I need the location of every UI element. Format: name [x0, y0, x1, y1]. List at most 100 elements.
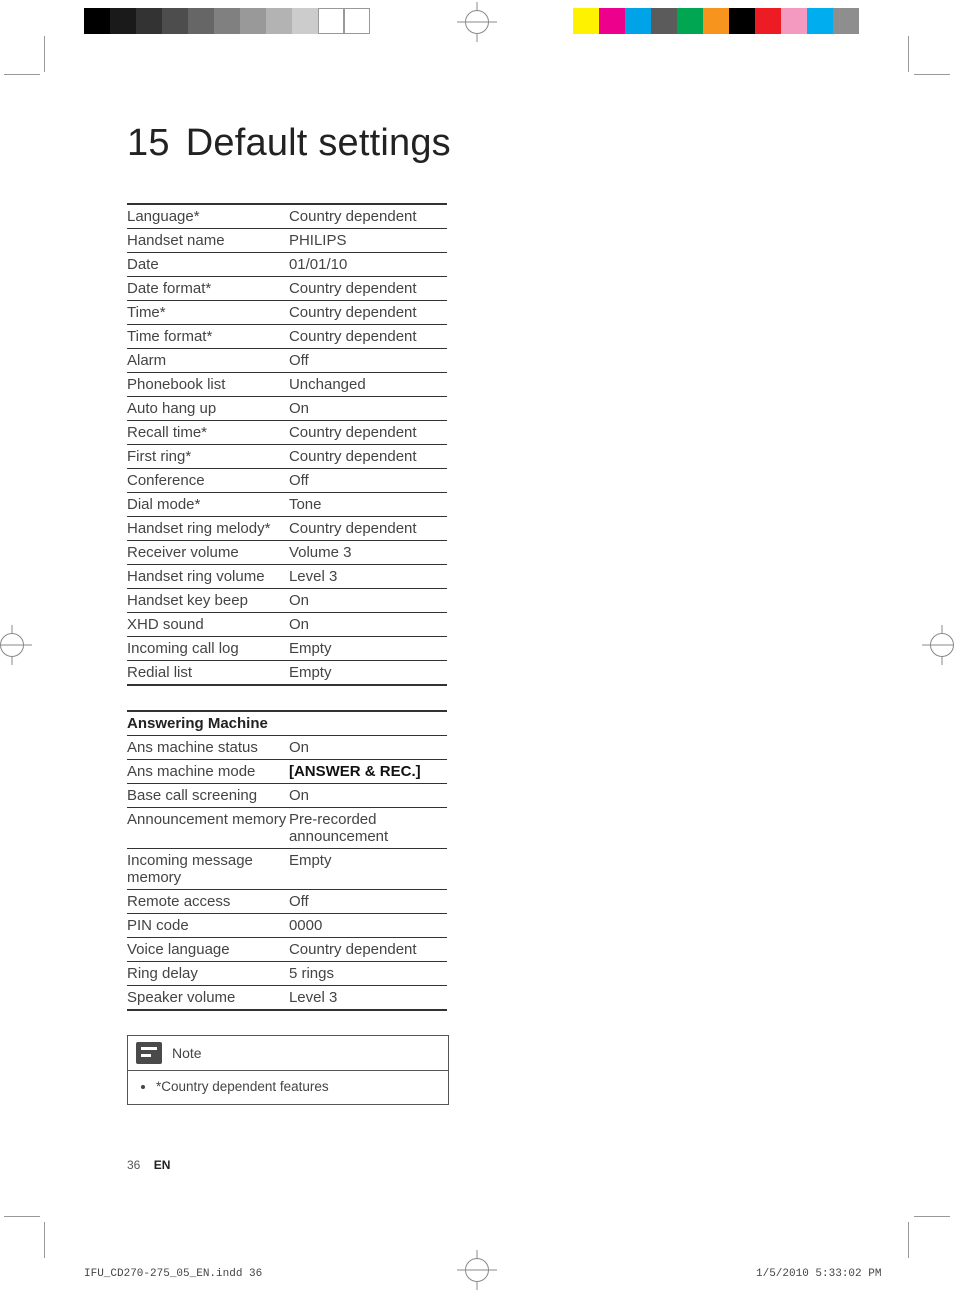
- setting-label: Incoming call log: [127, 637, 289, 661]
- setting-label: Handset ring melody*: [127, 517, 289, 541]
- table-row: Date01/01/10: [127, 253, 447, 277]
- setting-value: On: [289, 784, 447, 808]
- registration-mark: [457, 2, 497, 42]
- table-row: Handset ring volumeLevel 3: [127, 565, 447, 589]
- setting-value: Country dependent: [289, 204, 447, 229]
- setting-value: Off: [289, 890, 447, 914]
- setting-label: Time format*: [127, 325, 289, 349]
- setting-label: Speaker volume: [127, 986, 289, 1011]
- setting-label: XHD sound: [127, 613, 289, 637]
- color-swatch: [240, 8, 266, 34]
- page: 15 Default settings Language*Country dep…: [0, 0, 954, 1291]
- chapter-number: 15: [127, 122, 175, 165]
- color-swatch: [703, 8, 729, 34]
- setting-label: First ring*: [127, 445, 289, 469]
- setting-value: Country dependent: [289, 938, 447, 962]
- page-language: EN: [154, 1158, 171, 1172]
- registration-mark: [0, 625, 32, 665]
- color-swatch: [807, 8, 833, 34]
- setting-label: Incoming message memory: [127, 849, 289, 890]
- trim-mark: [4, 74, 40, 75]
- setting-label: Remote access: [127, 890, 289, 914]
- note-box: Note *Country dependent features: [127, 1035, 449, 1105]
- trim-mark: [914, 74, 950, 75]
- setting-value: Country dependent: [289, 325, 447, 349]
- table-row: Ans machine mode[ANSWER & REC.]: [127, 760, 447, 784]
- table-row: Date format*Country dependent: [127, 277, 447, 301]
- color-swatch: [729, 8, 755, 34]
- setting-value: On: [289, 397, 447, 421]
- table-row: Handset ring melody*Country dependent: [127, 517, 447, 541]
- registration-mark: [457, 1250, 497, 1290]
- slug-filename: IFU_CD270-275_05_EN.indd 36: [84, 1268, 262, 1280]
- colorbar-grayscale: [84, 8, 370, 34]
- color-swatch: [677, 8, 703, 34]
- table-row: Language*Country dependent: [127, 204, 447, 229]
- table-row: Phonebook listUnchanged: [127, 373, 447, 397]
- color-swatch: [344, 8, 370, 34]
- note-icon: [136, 1042, 162, 1064]
- setting-label: Handset key beep: [127, 589, 289, 613]
- table-row: Speaker volumeLevel 3: [127, 986, 447, 1011]
- chapter-title: 15 Default settings: [127, 122, 827, 165]
- table-row: Incoming message memoryEmpty: [127, 849, 447, 890]
- trim-mark: [914, 1216, 950, 1217]
- color-swatch: [84, 8, 110, 34]
- table-row: Ans machine statusOn: [127, 736, 447, 760]
- setting-value: On: [289, 736, 447, 760]
- setting-label: Phonebook list: [127, 373, 289, 397]
- color-swatch: [781, 8, 807, 34]
- color-swatch: [651, 8, 677, 34]
- setting-value: Country dependent: [289, 301, 447, 325]
- setting-label: Handset ring volume: [127, 565, 289, 589]
- table-section-header: Answering Machine: [127, 711, 447, 736]
- color-swatch: [110, 8, 136, 34]
- setting-label: Announcement memory: [127, 808, 289, 849]
- setting-label: Redial list: [127, 661, 289, 686]
- setting-label: Date format*: [127, 277, 289, 301]
- note-label: Note: [172, 1045, 202, 1061]
- table-row: PIN code0000: [127, 914, 447, 938]
- setting-value: Country dependent: [289, 421, 447, 445]
- color-swatch: [833, 8, 859, 34]
- table-row: Remote accessOff: [127, 890, 447, 914]
- setting-label: Conference: [127, 469, 289, 493]
- setting-label: Handset name: [127, 229, 289, 253]
- setting-label: PIN code: [127, 914, 289, 938]
- setting-label: Auto hang up: [127, 397, 289, 421]
- color-swatch: [755, 8, 781, 34]
- setting-value: Tone: [289, 493, 447, 517]
- setting-label: Recall time*: [127, 421, 289, 445]
- trim-mark: [44, 36, 45, 72]
- default-settings-table: Language*Country dependentHandset namePH…: [127, 203, 447, 686]
- slug-datetime: 1/5/2010 5:33:02 PM: [756, 1268, 881, 1280]
- setting-label: Ans machine status: [127, 736, 289, 760]
- table-row: AlarmOff: [127, 349, 447, 373]
- setting-value: Level 3: [289, 565, 447, 589]
- color-swatch: [599, 8, 625, 34]
- setting-value: Level 3: [289, 986, 447, 1011]
- chapter-title-text: Default settings: [186, 122, 451, 164]
- table-row: Ring delay5 rings: [127, 962, 447, 986]
- setting-value: 0000: [289, 914, 447, 938]
- setting-label: Ring delay: [127, 962, 289, 986]
- table-row: Time*Country dependent: [127, 301, 447, 325]
- table-row: Voice languageCountry dependent: [127, 938, 447, 962]
- section-header-label: Answering Machine: [127, 711, 447, 736]
- table-row: ConferenceOff: [127, 469, 447, 493]
- color-swatch: [266, 8, 292, 34]
- table-row: Dial mode*Tone: [127, 493, 447, 517]
- setting-value: Empty: [289, 849, 447, 890]
- color-swatch: [318, 8, 344, 34]
- color-swatch: [573, 8, 599, 34]
- color-swatch: [162, 8, 188, 34]
- setting-value: Empty: [289, 637, 447, 661]
- setting-label: Dial mode*: [127, 493, 289, 517]
- setting-value: On: [289, 613, 447, 637]
- table-row: Auto hang upOn: [127, 397, 447, 421]
- setting-value: Off: [289, 469, 447, 493]
- setting-value: Empty: [289, 661, 447, 686]
- trim-mark: [908, 1222, 909, 1258]
- color-swatch: [214, 8, 240, 34]
- setting-value: Volume 3: [289, 541, 447, 565]
